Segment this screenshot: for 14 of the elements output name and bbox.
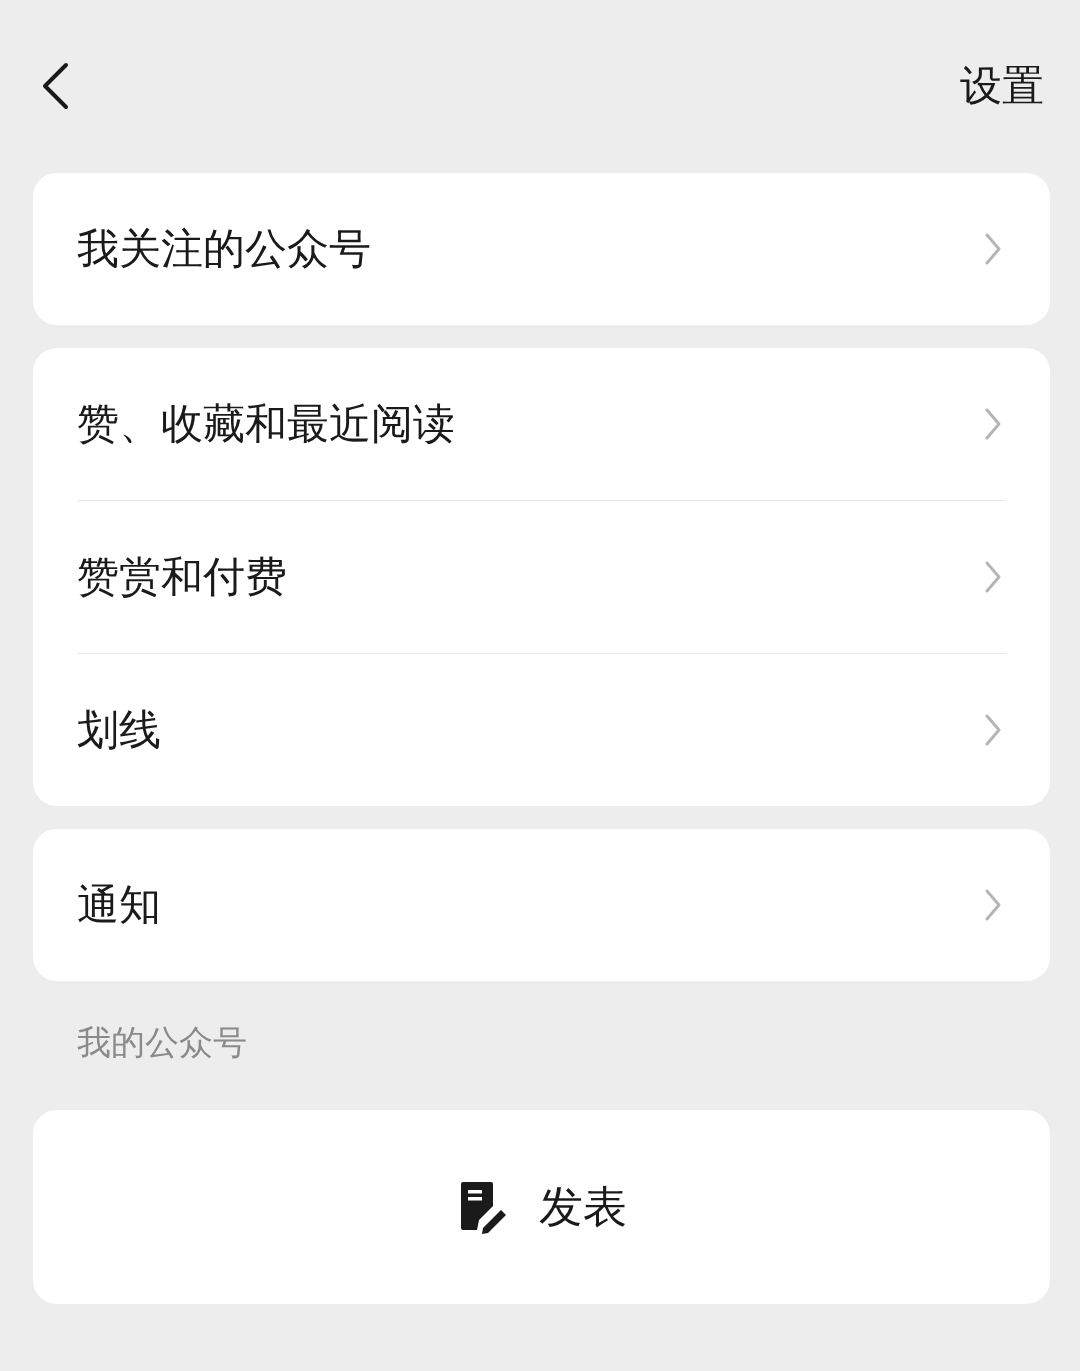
chevron-icon: [984, 888, 1002, 922]
back-icon[interactable]: [40, 61, 70, 110]
menu-item[interactable]: 赞赏和付费: [77, 501, 1006, 653]
section-label: 我的公众号: [76, 1021, 248, 1064]
menu-item[interactable]: 通知: [77, 829, 1006, 981]
chevron-icon: [984, 232, 1002, 266]
chevron-icon: [984, 407, 1002, 441]
menu-item[interactable]: 赞、收藏和最近阅读: [77, 348, 1006, 500]
chevron-icon: [984, 713, 1002, 747]
chevron-icon: [984, 560, 1002, 594]
settings-link[interactable]: 设置: [960, 57, 1044, 114]
menu-item[interactable]: 划线: [77, 654, 1006, 806]
publish-button[interactable]: 发表: [33, 1110, 1050, 1304]
menu-item[interactable]: 我关注的公众号: [77, 173, 1006, 325]
